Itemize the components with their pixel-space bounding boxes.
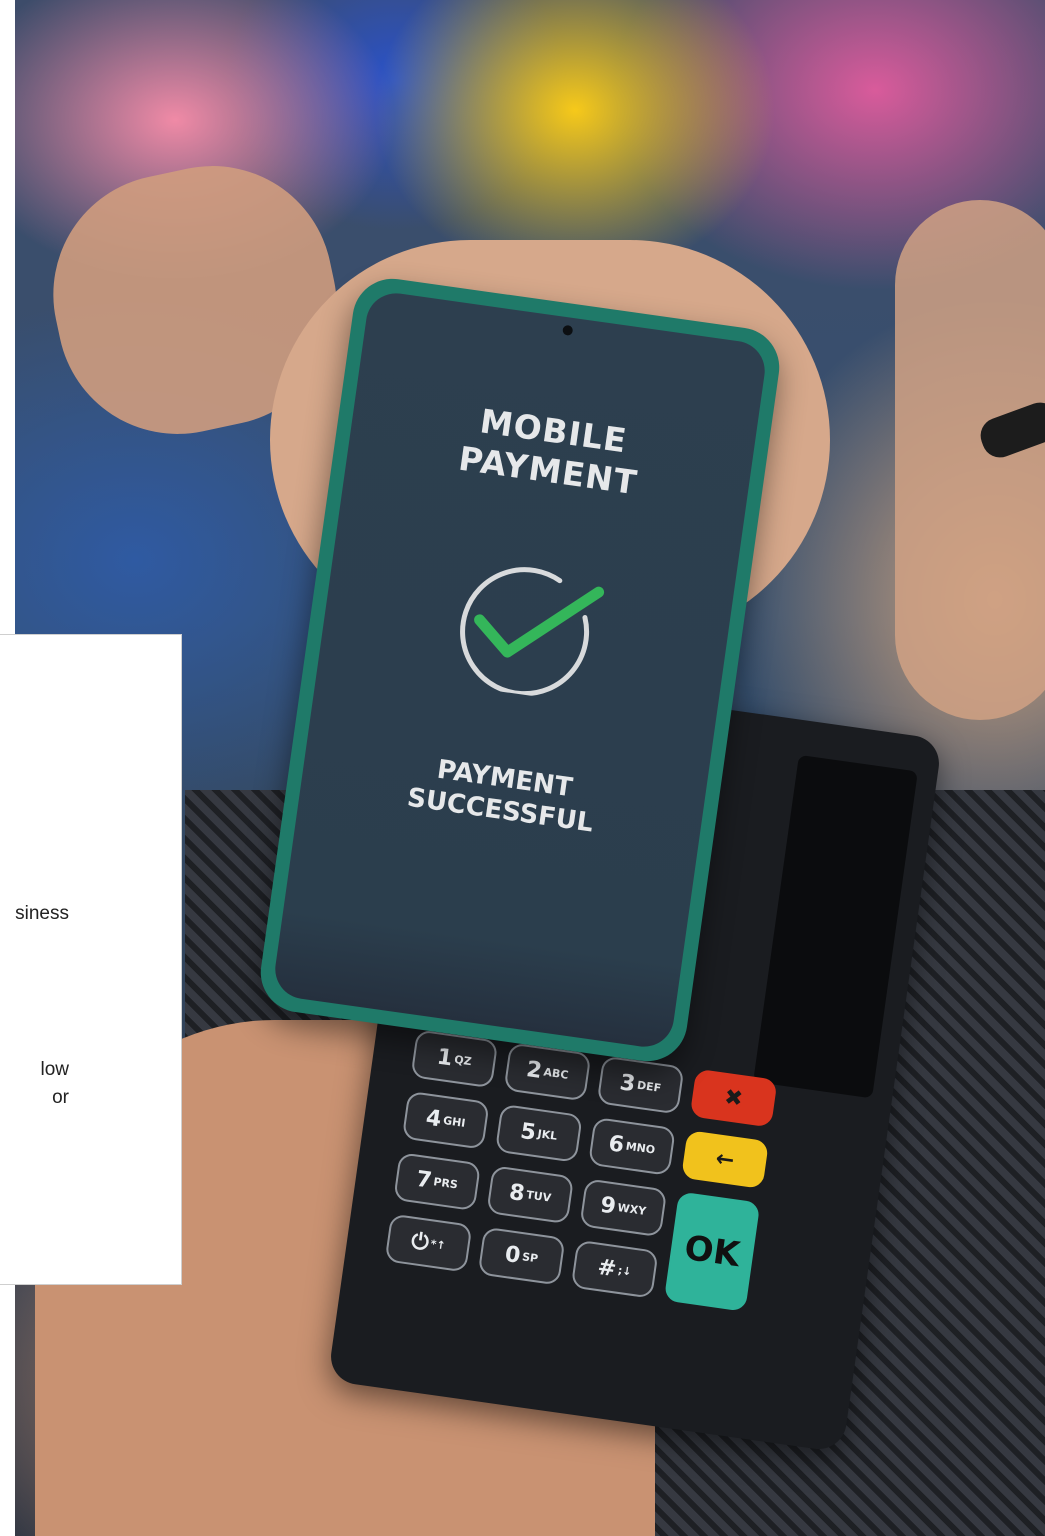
key-4[interactable]: 4 GHI [401, 1090, 490, 1150]
card-text-line-2: low [40, 1059, 69, 1080]
key-9[interactable]: 9 WXY [579, 1178, 668, 1238]
key-3[interactable]: 3 DEF [596, 1055, 685, 1115]
front-camera [562, 324, 574, 336]
key-5[interactable]: 5 JKL [494, 1103, 583, 1163]
card-text-line-1: siness [15, 903, 69, 924]
terminal-screen [753, 754, 918, 1099]
key-hash[interactable]: # ;↓ [570, 1239, 659, 1299]
key-0[interactable]: 0 SP [477, 1226, 566, 1286]
right-arm [895, 200, 1045, 720]
terminal-keypad: 1 QZ 2 ABC 3 DEF ✖ 4 GHI 5 JKL 6 MNO ← 7 PRS 8T… [384, 1029, 778, 1312]
payment-status: PAYMENT SUCCESSFUL [299, 735, 706, 854]
phone-screen: MOBILE PAYMENT PAYMENT SUCCESSFUL [271, 289, 769, 1051]
power-key[interactable]: ⏻ *↑ [384, 1213, 473, 1273]
overlay-text-card: siness low or [0, 634, 182, 1285]
ok-key[interactable]: OK [663, 1191, 761, 1312]
key-6[interactable]: 6 MNO [588, 1116, 676, 1176]
check-circle-icon [460, 567, 605, 697]
card-text-line-3: or [52, 1087, 69, 1108]
payment-title: MOBILE PAYMENT [346, 384, 755, 519]
key-7[interactable]: 7 PRS [393, 1152, 482, 1212]
cancel-key[interactable]: ✖ [689, 1068, 778, 1128]
key-8[interactable]: 8 TUV [486, 1165, 575, 1225]
backspace-key[interactable]: ← [681, 1130, 769, 1189]
